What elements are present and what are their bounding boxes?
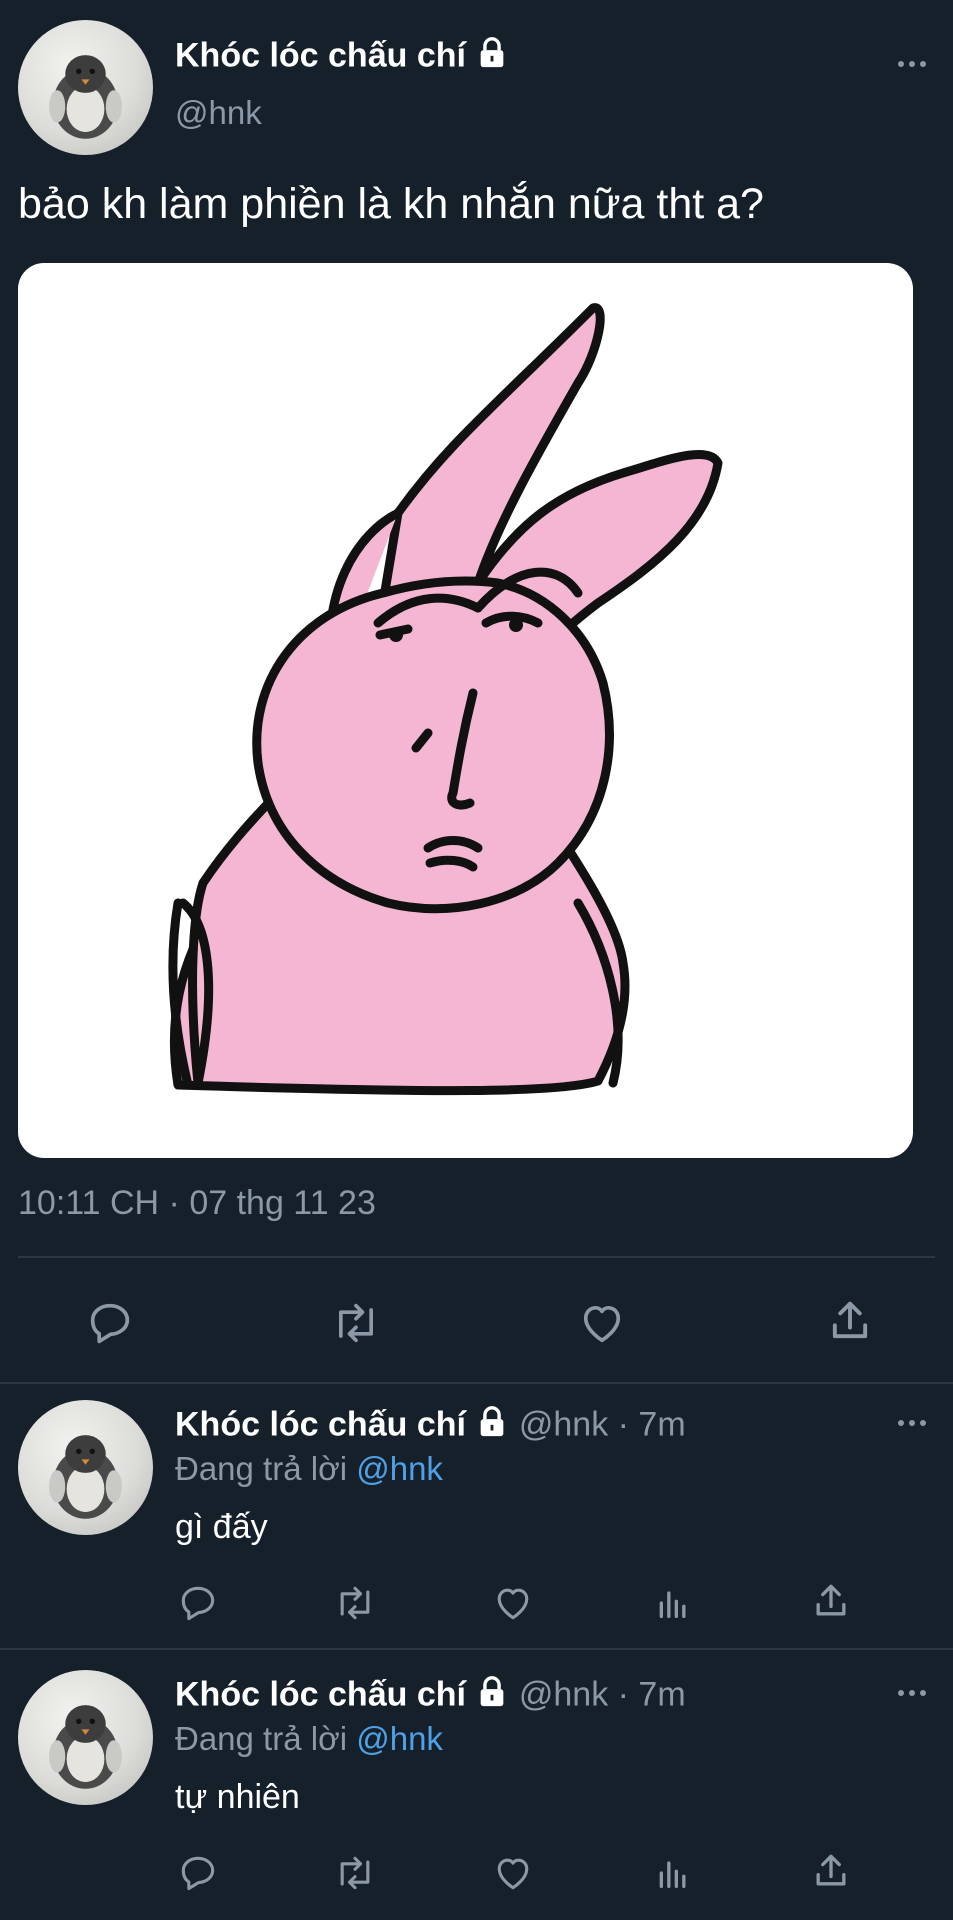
divider — [0, 1648, 953, 1650]
replying-prefix: Đang trả lời — [175, 1720, 348, 1757]
more-options-icon[interactable] — [898, 1690, 926, 1696]
lock-icon — [475, 1675, 509, 1718]
like-icon[interactable] — [490, 1850, 536, 1896]
reply-header[interactable]: Khóc lóc chấu chí @hnk · 7m — [175, 1405, 686, 1448]
pink-bunny-illustration — [168, 303, 723, 1096]
lock-icon — [475, 1405, 509, 1448]
reply-time: · 7m — [617, 1405, 686, 1444]
tweet-timestamp[interactable]: 10:11 CH · 07 thg 11 23 — [18, 1184, 376, 1223]
author-name[interactable]: Khóc lóc chấu chí — [175, 36, 466, 74]
replying-to-link[interactable]: @hnk — [356, 1450, 443, 1487]
tweet-text: bảo kh làm phiền là kh nhắn nữa tht a? — [18, 180, 764, 228]
reply-handle[interactable]: @hnk — [519, 1405, 608, 1443]
retweet-icon[interactable] — [326, 1295, 386, 1351]
share-icon[interactable] — [822, 1293, 878, 1349]
divider — [18, 1256, 935, 1258]
reply-icon[interactable] — [175, 1580, 221, 1626]
more-options-icon[interactable] — [898, 1420, 926, 1426]
retweet-icon[interactable] — [330, 1850, 380, 1896]
like-icon[interactable] — [490, 1580, 536, 1626]
lock-icon — [475, 36, 509, 79]
analytics-icon[interactable] — [650, 1580, 696, 1626]
replying-prefix: Đang trả lời — [175, 1450, 348, 1487]
like-icon[interactable] — [574, 1295, 630, 1351]
reply-avatar[interactable] — [18, 1670, 153, 1805]
author-avatar[interactable] — [18, 20, 153, 155]
reply-header[interactable]: Khóc lóc chấu chí @hnk · 7m — [175, 1675, 686, 1718]
replying-to-line: Đang trả lời @hnk — [175, 1450, 443, 1488]
reply-avatar[interactable] — [18, 1400, 153, 1535]
tweet-image[interactable] — [18, 263, 913, 1158]
penguin-plush-icon — [49, 1435, 122, 1519]
analytics-icon[interactable] — [650, 1850, 696, 1896]
reply-text: gì đấy — [175, 1508, 268, 1546]
divider — [0, 1382, 953, 1384]
penguin-plush-icon — [49, 55, 122, 139]
more-options-icon[interactable] — [898, 61, 926, 67]
reply-author-name[interactable]: Khóc lóc chấu chí — [175, 1405, 466, 1443]
reply-icon[interactable] — [175, 1850, 221, 1896]
penguin-plush-icon — [49, 1705, 122, 1789]
reply-text: tự nhiên — [175, 1778, 300, 1816]
replying-to-link[interactable]: @hnk — [356, 1720, 443, 1757]
share-icon[interactable] — [808, 1848, 854, 1894]
author-name-row[interactable]: Khóc lóc chấu chí — [175, 36, 509, 79]
reply-handle[interactable]: @hnk — [519, 1675, 608, 1713]
reply-time: · 7m — [617, 1675, 686, 1714]
share-icon[interactable] — [808, 1578, 854, 1624]
reply-icon[interactable] — [82, 1295, 138, 1351]
reply-author-name[interactable]: Khóc lóc chấu chí — [175, 1675, 466, 1713]
author-handle[interactable]: @hnk — [175, 94, 262, 132]
retweet-icon[interactable] — [330, 1580, 380, 1626]
replying-to-line: Đang trả lời @hnk — [175, 1720, 443, 1758]
